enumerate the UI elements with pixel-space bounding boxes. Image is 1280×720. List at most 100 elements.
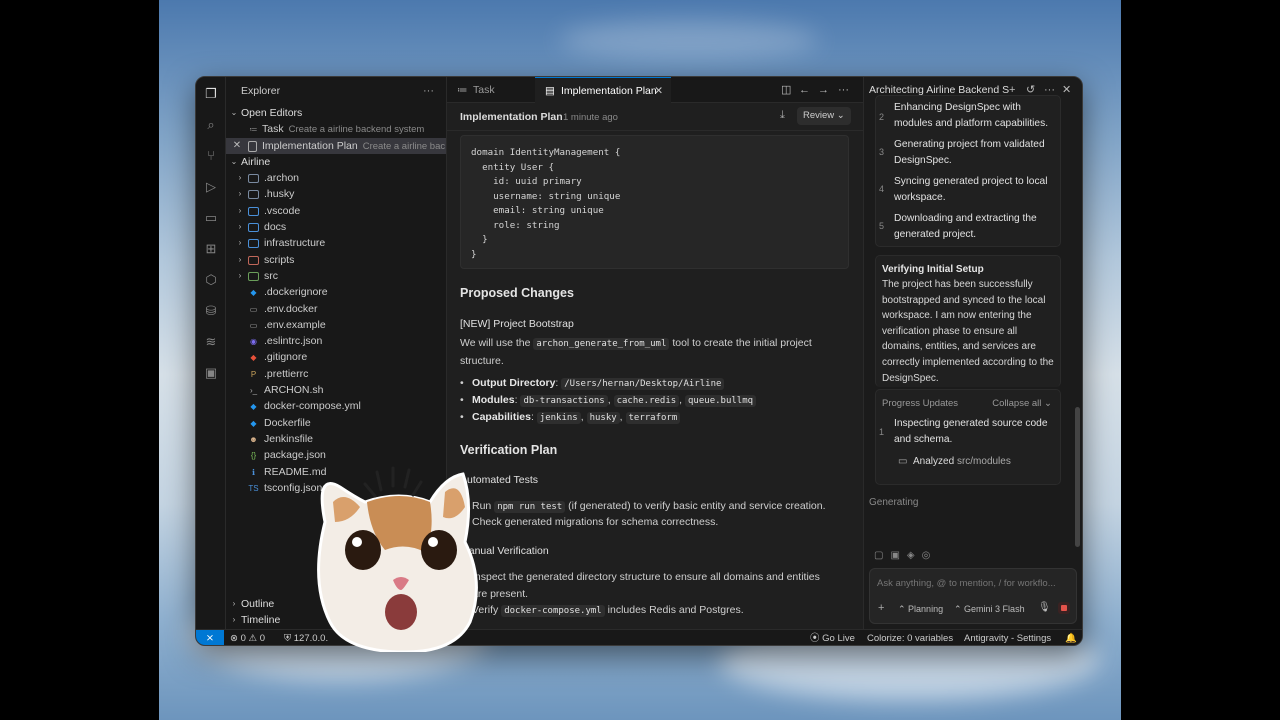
chevron-right-icon: › xyxy=(238,173,242,183)
back-icon[interactable]: ← xyxy=(799,77,810,103)
chevron-right-icon: › xyxy=(238,205,242,215)
database-icon[interactable]: ⛁ xyxy=(203,303,219,319)
problems-indicator[interactable]: ⊗ 0 ⚠ 0 xyxy=(230,630,265,645)
stop-button[interactable] xyxy=(1058,602,1070,614)
env-icon: ▭ xyxy=(249,304,258,314)
project-header[interactable]: ⌄ Airline xyxy=(226,154,446,170)
folder-item[interactable]: › .husky xyxy=(226,186,446,202)
file-item[interactable]: ◆ .gitignore xyxy=(226,349,446,365)
generating-status: Generating xyxy=(869,497,919,508)
bell-icon[interactable]: 🔔 xyxy=(1065,630,1077,645)
file-icon[interactable]: ▢ xyxy=(874,550,890,561)
file-item[interactable]: ◆ Dockerfile xyxy=(226,415,446,431)
json-icon: {} xyxy=(250,451,257,461)
file-item[interactable]: ▭ .env.docker xyxy=(226,301,446,317)
file-item[interactable]: ▭ .env.example xyxy=(226,317,446,333)
download-icon[interactable]: ⤓ xyxy=(780,109,785,122)
open-editor-task[interactable]: ≔ Task Create a airline backend system xyxy=(226,121,446,137)
open-editors-header[interactable]: ⌄ Open Editors xyxy=(226,105,446,121)
jenkins-icon: ☻ xyxy=(249,434,258,444)
open-editor-implementation-plan[interactable]: ✕ Implementation Plan Create a airline bac… xyxy=(226,137,446,154)
folder-item[interactable]: › src xyxy=(226,268,446,284)
go-live-button[interactable]: ⦿ Go Live xyxy=(810,630,855,645)
tab-bar: ≔ Task ▤ Implementation Plan ✕ ◫ ← → ··· xyxy=(447,77,863,103)
info-icon: ℹ xyxy=(251,467,256,477)
file-item[interactable]: ☻ Jenkinsfile xyxy=(226,431,446,447)
folder-icon xyxy=(248,190,259,200)
plan-header: Implementation Plan 1 minute ago ⤓ Revie… xyxy=(447,103,863,131)
terminal-icon[interactable]: ▣ xyxy=(203,365,219,381)
search-icon[interactable]: ⌕ xyxy=(203,117,219,133)
close-icon[interactable]: ✕ xyxy=(232,138,242,154)
editor-group: ≔ Task ▤ Implementation Plan ✕ ◫ ← → ··· Im… xyxy=(447,77,863,629)
remote-explorer-icon[interactable]: ▭ xyxy=(203,210,219,226)
context-icons: ▢▣◈◎ xyxy=(874,550,937,561)
mcp-icon[interactable]: ◈ xyxy=(907,550,922,561)
folder-item[interactable]: › scripts xyxy=(226,252,446,268)
tab-implementation-plan[interactable]: ▤ Implementation Plan ✕ xyxy=(535,77,671,103)
folder-icon xyxy=(248,271,259,281)
folder-icon xyxy=(248,206,259,216)
folder-item[interactable]: › .vscode xyxy=(226,203,446,219)
colorize-indicator[interactable]: Colorize: 0 variables xyxy=(867,630,953,645)
folder-item[interactable]: › docs xyxy=(226,219,446,235)
verify-compose-item: •Verify docker-compose.yml includes Redi… xyxy=(460,604,744,617)
microphone-icon[interactable]: 🎙 xyxy=(1038,602,1051,613)
explorer-title: Explorer xyxy=(241,85,281,97)
progress-card: Progress Updates Collapse all ⌄ 1 Inspect… xyxy=(875,389,1061,485)
close-icon[interactable]: ✕ xyxy=(654,78,663,104)
package-icon[interactable]: ⬡ xyxy=(203,272,219,288)
inspect-item: •Inspect the generated directory structu… xyxy=(460,571,820,600)
mode-selector[interactable]: ⌃ Planning xyxy=(898,604,943,615)
folder-icon xyxy=(248,174,259,184)
settings-link[interactable]: Antigravity - Settings xyxy=(964,630,1051,645)
collapse-all-button[interactable]: Collapse all ⌄ xyxy=(992,398,1052,409)
chevron-right-icon: › xyxy=(238,222,242,232)
docker-icon: ◆ xyxy=(250,402,257,412)
remote-indicator[interactable]: ⨯ xyxy=(196,630,224,645)
checklist-icon: ≔ xyxy=(457,84,468,96)
chat-input[interactable] xyxy=(877,575,1069,591)
source-control-icon[interactable]: ⑂ xyxy=(203,148,219,164)
chevron-right-icon: › xyxy=(238,254,242,264)
tab-task[interactable]: ≔ Task xyxy=(447,77,535,103)
file-item[interactable]: ◉ .eslintrc.json xyxy=(226,333,446,349)
file-item[interactable]: P .prettierrc xyxy=(226,366,446,382)
folder-item[interactable]: › infrastructure xyxy=(226,235,446,251)
run-debug-icon[interactable]: ▷ xyxy=(203,179,219,195)
eslint-icon: ◉ xyxy=(250,337,257,347)
more-icon[interactable]: ··· xyxy=(838,77,849,103)
layers-icon[interactable]: ≋ xyxy=(203,334,219,350)
split-editor-icon[interactable]: ◫ xyxy=(781,77,791,103)
more-icon[interactable]: ··· xyxy=(423,77,434,105)
analyzed-item[interactable]: ▭ Analyzed src/modules xyxy=(898,456,1011,467)
folder-icon: ▭ xyxy=(898,456,908,467)
modules-item: • Modules: db-transactions, cache.redis, … xyxy=(460,392,757,410)
file-item[interactable]: ◆ .dockerignore xyxy=(226,284,446,300)
checklist-icon: ≔ xyxy=(249,125,258,135)
explorer-icon[interactable]: ❐ xyxy=(203,86,219,102)
folder-item[interactable]: › .archon xyxy=(226,170,446,186)
output-directory-item: • Output Directory: /Users/hernan/Desktop… xyxy=(460,375,725,393)
image-icon[interactable]: ▣ xyxy=(890,550,906,561)
verification-plan-heading: Verification Plan xyxy=(460,443,558,457)
docker-icon: ◆ xyxy=(250,418,257,428)
extensions-icon[interactable]: ⊞ xyxy=(203,241,219,257)
document-icon: ▤ xyxy=(545,85,555,97)
forward-icon[interactable]: → xyxy=(818,77,829,103)
review-button[interactable]: Review ⌄ xyxy=(797,107,851,125)
close-icon[interactable]: ✕ xyxy=(1062,77,1071,103)
file-item[interactable]: ◆ docker-compose.yml xyxy=(226,398,446,414)
agent-panel: Architecting Airline Backend S + ↺ ··· ✕… xyxy=(863,77,1082,629)
model-selector[interactable]: ⌃ Gemini 3 Flash xyxy=(954,604,1025,615)
folder-icon xyxy=(248,223,259,233)
step-item: 5 Downloading and extracting the generate… xyxy=(879,213,1037,240)
new-bootstrap-heading: [NEW] Project Bootstrap xyxy=(460,318,574,330)
chevron-right-icon: › xyxy=(238,270,242,280)
file-item[interactable]: ›_ ARCHON.sh xyxy=(226,382,446,398)
add-context-icon[interactable]: + xyxy=(878,602,884,614)
stop-icon xyxy=(1061,605,1067,611)
prettier-icon: P xyxy=(250,369,257,379)
scrollbar[interactable] xyxy=(1075,407,1080,547)
browser-icon[interactable]: ◎ xyxy=(922,550,938,561)
